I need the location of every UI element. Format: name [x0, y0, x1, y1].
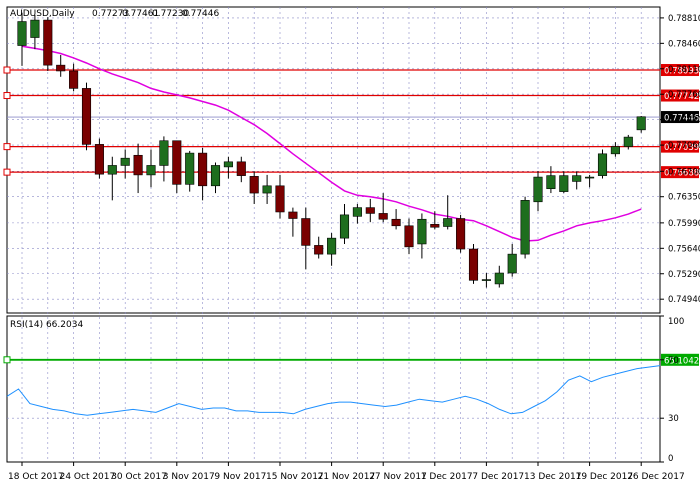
rsi-title: RSI(14) 66.2034	[10, 320, 83, 330]
bullish-candle	[352, 207, 362, 217]
bearish-candle	[56, 64, 66, 72]
bullish-candle	[481, 279, 491, 281]
y-tick-label: 0.78460	[668, 39, 700, 49]
y-tick-label: 0.78810	[668, 14, 700, 24]
y-tick-label: 0.75640	[668, 244, 700, 254]
bullish-candle	[159, 140, 169, 166]
bullish-candle	[417, 218, 427, 245]
bearish-candle	[456, 218, 466, 250]
x-tick-label: 1 Dec 2017	[421, 472, 473, 482]
bearish-candle	[236, 161, 246, 176]
bearish-candle	[391, 218, 401, 227]
x-tick-label: 24 Oct 2017	[60, 472, 116, 482]
y-tick-label: 0.74940	[668, 295, 700, 305]
y-tick-label: 0.77760	[668, 90, 700, 100]
level-anchor-marker	[3, 143, 11, 151]
candle-layer	[17, 12, 646, 288]
y-tick-label: 0.76350	[668, 193, 700, 203]
bearish-candle	[81, 88, 92, 145]
bearish-candle	[301, 218, 311, 246]
bullish-candle	[30, 19, 40, 38]
bullish-candle	[223, 161, 233, 168]
x-tick-label: 19 Dec 2017	[576, 472, 634, 482]
bearish-candle	[275, 185, 285, 213]
y-tick-label: 0.77060	[668, 141, 700, 151]
bullish-candle	[636, 116, 646, 131]
bearish-candle	[172, 140, 182, 185]
bullish-candle	[585, 176, 595, 179]
bullish-candle	[546, 175, 556, 190]
bullish-candle	[507, 253, 517, 274]
y-tick-label: 0.77410	[668, 116, 700, 126]
bullish-candle	[597, 153, 608, 176]
rsi-y-tick-label: 70	[668, 356, 679, 366]
bullish-candle	[185, 152, 195, 185]
level-anchor-marker	[3, 66, 11, 74]
ohlc-close: 0.77446	[182, 9, 219, 19]
bullish-candle	[262, 185, 272, 194]
x-tick-label: 3 Nov 2017	[163, 472, 215, 482]
y-tick-label: 0.76700	[668, 167, 700, 177]
bullish-candle	[610, 146, 620, 155]
bullish-candle	[572, 175, 582, 182]
chart-svg: 0.780930.777420.770390.766880.77446 65.1…	[3, 6, 700, 482]
bearish-candle	[314, 245, 324, 255]
rsi-y-tick-label: 0	[668, 454, 673, 464]
grid-layer	[7, 7, 660, 462]
bullish-candle	[339, 214, 350, 239]
rsi-y-tick-label: 100	[668, 317, 684, 327]
bearish-candle	[249, 176, 259, 194]
y-tick-label: 0.75990	[668, 219, 700, 229]
bullish-candle	[520, 200, 530, 255]
bearish-candle	[288, 211, 298, 219]
bullish-candle	[120, 157, 130, 166]
bearish-candle	[365, 207, 375, 214]
bullish-candle	[17, 21, 27, 46]
bullish-candle	[494, 272, 504, 285]
bullish-candle	[443, 218, 453, 227]
chart-root: 0.78093 0.77742 0.77039 0.76688 0.77446 65.1…	[0, 0, 700, 489]
level-anchor-marker	[3, 168, 11, 176]
rsi-y-tick-label: 30	[668, 414, 679, 424]
rsi-line	[6, 365, 661, 416]
level-anchor-marker	[3, 92, 11, 100]
bearish-candle	[468, 248, 479, 281]
x-tick-label: 27 Nov 2017	[369, 472, 427, 482]
x-tick-label: 26 Dec 2017	[627, 472, 685, 482]
bullish-candle	[559, 175, 569, 192]
rsi-plot-frame	[6, 315, 661, 463]
bullish-candle	[623, 136, 633, 147]
y-tick-label: 0.78110	[668, 65, 700, 75]
rsi-level-anchor	[3, 356, 11, 364]
bullish-candle	[146, 165, 156, 176]
chart-title: AUDUSD,Daily	[10, 9, 75, 19]
main-plot-frame	[6, 6, 661, 314]
bearish-candle	[430, 224, 440, 228]
x-tick-label: 30 Oct 2017	[111, 472, 167, 482]
x-tick-label: 15 Nov 2017	[266, 472, 324, 482]
level-layer: 0.780930.777420.770390.766880.77446	[3, 64, 699, 179]
bullish-candle	[107, 165, 117, 175]
bearish-candle	[94, 144, 104, 175]
x-tick-label: 13 Dec 2017	[524, 472, 582, 482]
bearish-candle	[404, 225, 414, 248]
bearish-candle	[43, 19, 53, 66]
x-tick-label: 9 Nov 2017	[214, 472, 266, 482]
bullish-candle	[327, 237, 337, 255]
x-tick-label: 21 Nov 2017	[318, 472, 376, 482]
x-tick-label: 7 Dec 2017	[472, 472, 524, 482]
bearish-candle	[198, 152, 208, 187]
bullish-candle	[533, 176, 543, 203]
bullish-candle	[210, 165, 221, 187]
y-tick-label: 0.75290	[668, 270, 700, 280]
bearish-candle	[69, 70, 79, 89]
bearish-candle	[133, 154, 143, 176]
x-tick-label: 18 Oct 2017	[8, 472, 64, 482]
rsi-layer: 65.1042	[3, 353, 699, 416]
bearish-candle	[378, 213, 388, 220]
